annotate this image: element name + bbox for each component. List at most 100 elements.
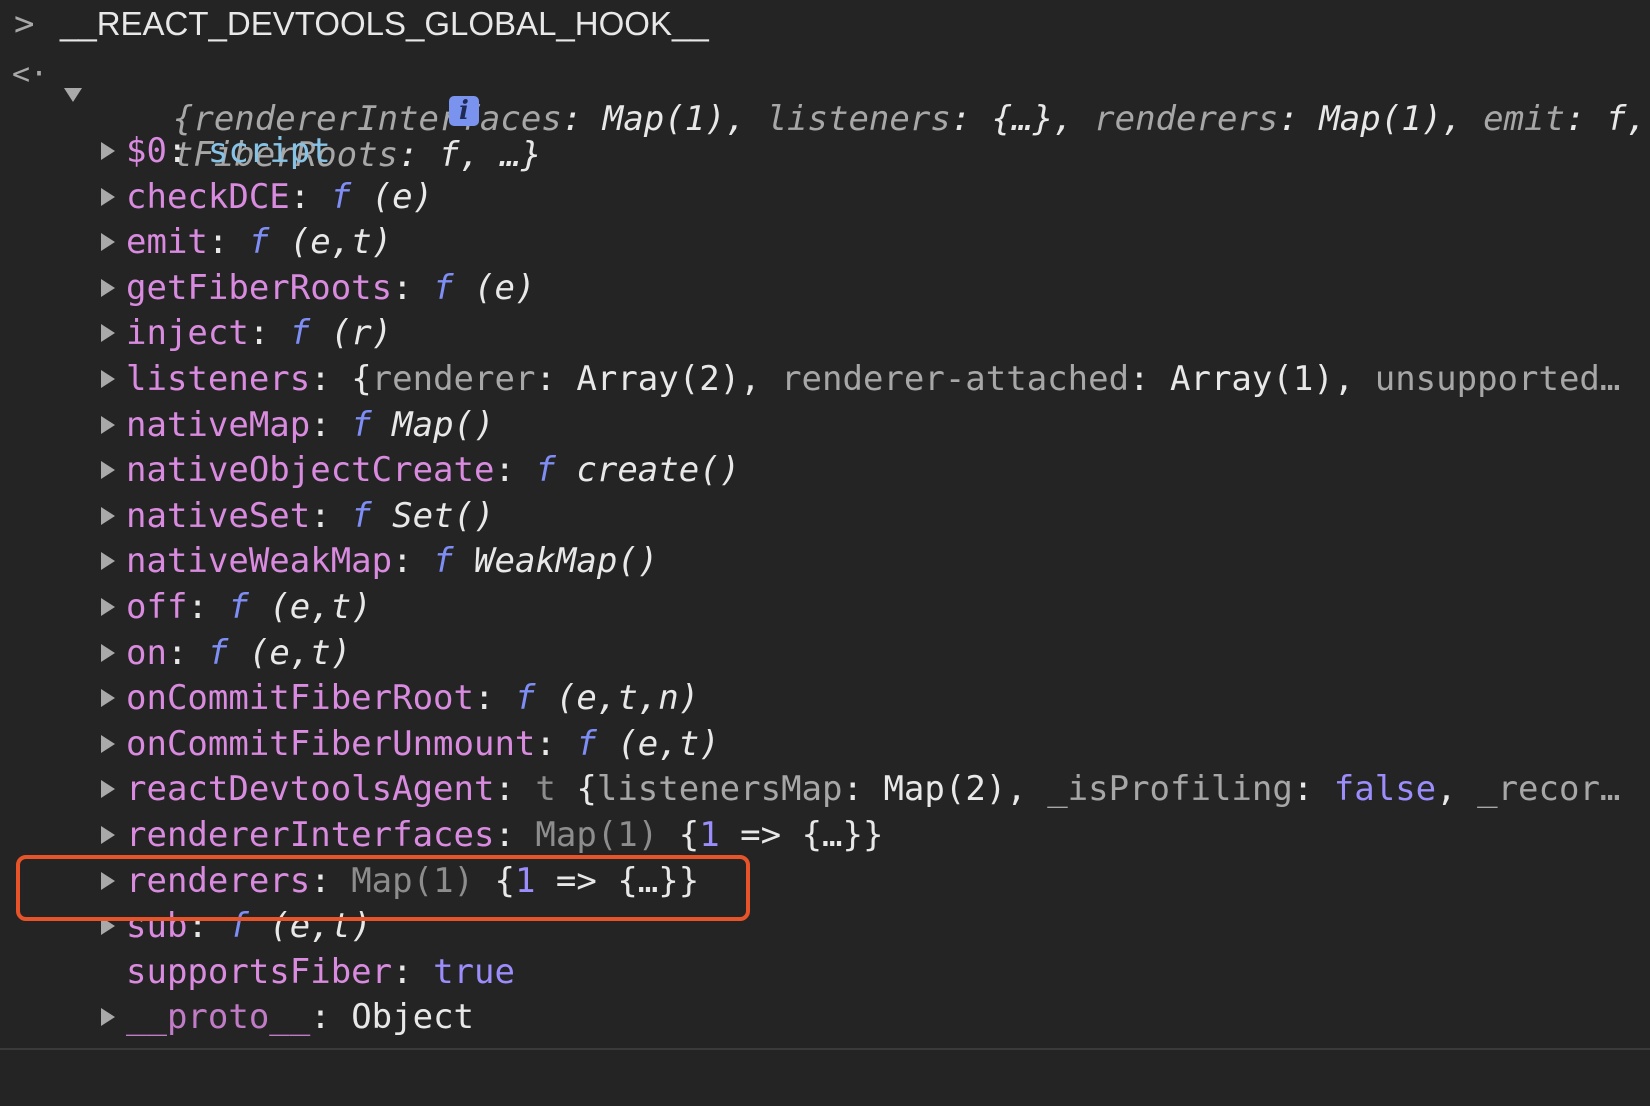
expand-arrow-icon[interactable]: [101, 279, 115, 297]
function-signature: (e,t,n): [555, 678, 700, 718]
property-key: off: [126, 587, 188, 627]
property-key: supportsFiber: [126, 952, 393, 992]
preview-value: ,: [1436, 769, 1478, 809]
property-key: getFiberRoots: [126, 268, 393, 308]
property-key: reactDevtoolsAgent: [126, 769, 495, 809]
property-line: listeners: {renderer: Array(2), renderer…: [126, 359, 1621, 399]
preview-value: false: [1333, 769, 1437, 809]
expand-arrow-icon[interactable]: [101, 233, 115, 251]
property-key: nativeWeakMap: [126, 541, 393, 581]
summary-key: renderers: [1094, 99, 1279, 139]
function-icon: f: [433, 268, 475, 308]
function-signature: (r): [330, 313, 393, 353]
expand-arrow-icon[interactable]: [101, 507, 115, 525]
expand-arrow-icon[interactable]: [101, 416, 115, 434]
expand-arrow-icon[interactable]: [101, 552, 115, 570]
property-key: __proto__: [126, 997, 311, 1037]
summary-value: f, …}: [439, 135, 542, 175]
property-value: script: [207, 131, 331, 171]
expand-arrow-icon[interactable]: [101, 370, 115, 388]
function-icon: f: [228, 587, 270, 627]
preview-value: : Array(1),: [1129, 359, 1375, 399]
expand-arrow-icon[interactable]: [101, 598, 115, 616]
function-signature: (e): [474, 268, 536, 308]
property-key: $0: [126, 131, 167, 171]
property-key: inject: [126, 313, 249, 353]
preview-key: _isProfiling: [1047, 769, 1293, 809]
property-line: onCommitFiberUnmount: f (e,t): [126, 724, 720, 764]
expand-arrow-icon[interactable]: [101, 644, 115, 662]
function-signature: WeakMap(): [474, 541, 659, 581]
function-icon: f: [248, 222, 290, 262]
property-key: nativeSet: [126, 496, 311, 536]
property-line: checkDCE: f (e): [126, 177, 434, 217]
preview-value: {: [576, 769, 597, 809]
function-icon: f: [351, 496, 393, 536]
expand-arrow-icon[interactable]: [101, 142, 115, 160]
function-signature: (e,t): [617, 724, 720, 764]
expand-toggle-icon[interactable]: [64, 88, 82, 102]
property-value: Object: [351, 997, 475, 1037]
property-key: on: [126, 633, 167, 673]
expand-arrow-icon[interactable]: [101, 1008, 115, 1026]
property-line: $0: script: [126, 131, 331, 171]
preview-key: renderer-attached: [781, 359, 1130, 399]
property-key: rendererInterfaces: [126, 815, 495, 855]
preview-key: renderer: [371, 359, 536, 399]
summary-value: Map(1): [1319, 99, 1443, 139]
property-line: off: f (e,t): [126, 587, 372, 627]
summary-value: Map(1): [602, 99, 726, 139]
preview-value: : Map(2),: [842, 769, 1048, 809]
preview-value: {: [678, 815, 700, 855]
property-value: true: [433, 952, 515, 992]
prompt-chevron-icon: >: [14, 4, 35, 44]
expand-arrow-icon[interactable]: [101, 780, 115, 798]
expand-arrow-icon[interactable]: [101, 461, 115, 479]
property-key: checkDCE: [126, 177, 290, 217]
preview-value: t: [535, 769, 577, 809]
function-icon: f: [351, 405, 393, 445]
info-icon[interactable]: i: [449, 96, 479, 126]
expand-arrow-icon[interactable]: [101, 188, 115, 206]
function-signature: create(): [576, 450, 741, 490]
function-icon: f: [514, 678, 556, 718]
preview-value: 1: [699, 815, 720, 855]
expand-arrow-icon[interactable]: [101, 826, 115, 844]
summary-key: emit: [1483, 99, 1565, 139]
property-key: listeners: [126, 359, 311, 399]
property-key: emit: [126, 222, 208, 262]
property-line: emit: f (e,t): [126, 222, 393, 262]
property-line: nativeSet: f Set(): [126, 496, 495, 536]
summary-value: {…}: [991, 99, 1054, 139]
highlight-annotation-box: [16, 855, 750, 921]
function-signature: Set(): [392, 496, 495, 536]
function-icon: f: [576, 724, 618, 764]
expand-arrow-icon[interactable]: [101, 735, 115, 753]
property-line: nativeWeakMap: f WeakMap(): [126, 541, 659, 581]
preview-value: : Array(2),: [535, 359, 782, 399]
preview-value: Map(1): [535, 815, 679, 855]
function-signature: (e): [371, 177, 434, 217]
property-line: __proto__: Object: [126, 997, 475, 1037]
property-line: nativeMap: f Map(): [126, 405, 495, 445]
console-divider: [0, 1048, 1650, 1050]
expand-arrow-icon[interactable]: [101, 324, 115, 342]
property-line: supportsFiber: true: [126, 952, 515, 992]
preview-value: => {…}}: [719, 815, 884, 855]
function-icon: f: [433, 541, 475, 581]
function-icon: f: [289, 313, 331, 353]
property-key: nativeMap: [126, 405, 311, 445]
property-line: onCommitFiberRoot: f (e,t,n): [126, 678, 700, 718]
property-line: rendererInterfaces: Map(1) {1 => {…}}: [126, 815, 884, 855]
property-key: nativeObjectCreate: [126, 450, 495, 490]
console-input-expression: __REACT_DEVTOOLS_GLOBAL_HOOK__: [60, 5, 709, 42]
function-signature: (e,t): [269, 587, 372, 627]
function-signature: (e,t): [248, 633, 352, 673]
function-icon: f: [330, 177, 372, 217]
property-line: reactDevtoolsAgent: t {listenersMap: Map…: [126, 769, 1621, 809]
summary-key: listeners: [766, 99, 951, 139]
property-line: on: f (e,t): [126, 633, 352, 673]
preview-key: _recor…: [1477, 769, 1621, 809]
expand-arrow-icon[interactable]: [101, 689, 115, 707]
preview-value: :: [1292, 769, 1334, 809]
